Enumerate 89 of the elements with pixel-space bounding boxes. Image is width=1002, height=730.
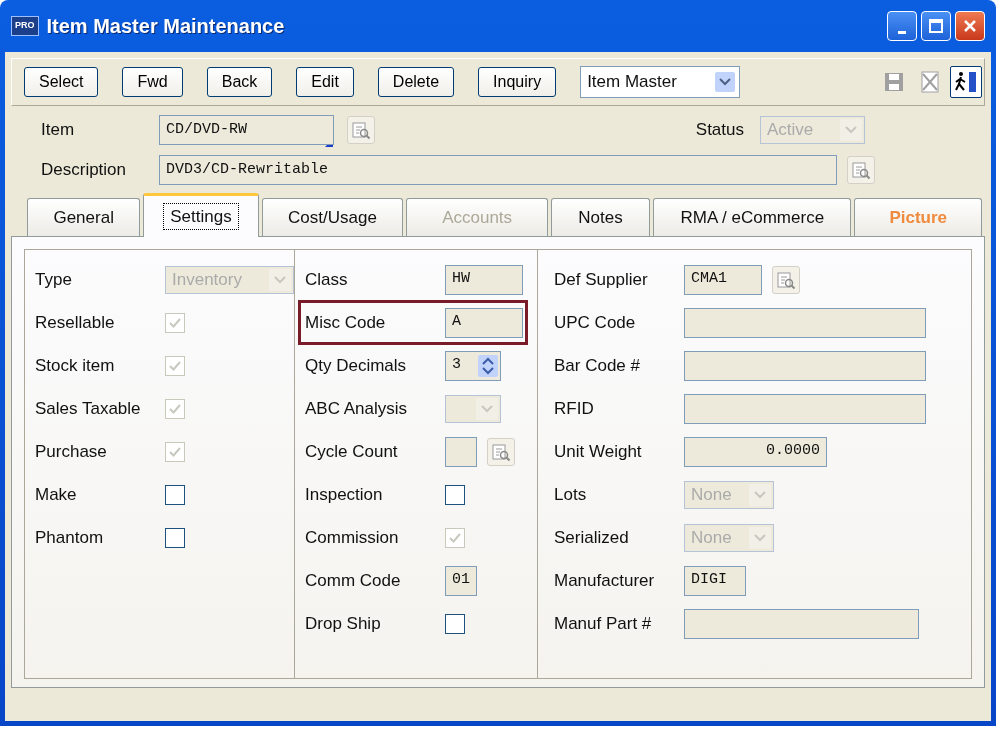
crossed-document-icon [918,70,942,94]
window-title: Item Master Maintenance [46,14,285,39]
input-field[interactable]: A [445,307,523,338]
toolbar-button[interactable]: Select [24,67,99,97]
lookup-button[interactable] [772,265,800,294]
field-label: ABC Analysis [305,397,409,420]
field-label: Item [41,119,76,142]
lookup-button[interactable] [487,437,515,466]
input-field[interactable]: HW [445,264,523,295]
chevron-down-icon [754,490,766,499]
field-label: Type [35,268,73,291]
description-field[interactable]: DVD3/CD-Rewritable [159,155,837,185]
field-label: Commission [305,526,400,549]
field-label: Inspection [305,483,384,506]
field-label: Make [35,483,78,506]
document-magnifier-icon [776,269,796,290]
input-field[interactable] [684,307,926,338]
tab[interactable]: Settings [143,193,259,237]
field-label: Description [41,159,128,182]
toolbar-button[interactable]: Inquiry [478,67,557,97]
toolbar-button[interactable]: Fwd [122,67,183,97]
input-field[interactable] [684,393,926,424]
input-field[interactable]: 0.0000 [684,436,827,467]
lookup-button[interactable] [347,116,375,144]
input-field[interactable] [684,608,919,639]
field-label: Phantom [35,526,105,549]
field-label: Purchase [35,440,108,463]
checkmark-icon [169,445,181,458]
chevron-down-icon [845,126,857,134]
checkmark-icon [169,402,181,415]
field-label: Misc Code [305,311,387,334]
chevron-down-icon [274,275,286,284]
checkmark-icon [169,316,181,329]
number-spinner[interactable]: 3 [445,350,501,381]
input-field[interactable]: DIGI [684,565,746,596]
field-label: Sales Taxable [35,397,142,420]
field-label: Status [695,119,744,142]
tab[interactable]: Cost/Usage [261,198,404,236]
field-label: Lots [554,483,588,506]
field-label: Resellable [35,311,116,334]
checkbox[interactable] [445,613,465,634]
checkmark-icon [449,531,461,544]
maximize-icon [928,18,944,34]
chevron-down-icon [719,78,732,86]
chevron-down-icon [481,404,493,413]
figure-door-icon [954,70,978,94]
view-dropdown[interactable]: Item Master [580,66,741,98]
checkmark-icon [169,359,181,372]
lookup-button[interactable] [847,156,875,184]
input-field[interactable]: CMA1 [684,264,762,295]
minimize-icon [898,30,906,34]
document-magnifier-icon [351,120,371,140]
maximize-button[interactable] [921,11,951,41]
field-label: Comm Code [305,569,402,592]
tab[interactable]: General [27,198,141,236]
app-badge: PRO [11,16,39,36]
field-label: Manufacturer [554,569,656,592]
checkbox[interactable] [445,484,465,505]
field-label: Cycle Count [305,440,399,463]
tab[interactable]: Notes [550,198,651,236]
field-label: Serialized [554,526,630,549]
document-magnifier-icon [851,160,871,180]
toolbar-button[interactable] [950,66,982,98]
tab[interactable]: RMA / eCommerce [653,198,852,236]
document-magnifier-icon [491,441,511,462]
input-field[interactable] [684,350,926,381]
checkbox[interactable] [165,484,185,505]
field-label: Unit Weight [554,440,643,463]
toolbar-button[interactable]: Edit [296,67,354,97]
field-label: Qty Decimals [305,354,408,377]
field-label: UPC Code [554,311,637,334]
field-label: RFID [554,397,595,420]
field-label: Drop Ship [305,612,382,635]
chevron-down-icon [754,533,766,542]
toolbar-button[interactable]: Back [206,67,273,97]
close-icon [962,18,978,34]
field-label: Manuf Part # [554,612,653,635]
field-label: Class [305,268,349,291]
item-field[interactable]: CD/DVD-RW [159,115,334,145]
field-label: Stock item [35,354,116,377]
field-label: Bar Code # [554,354,641,377]
minimize-button[interactable] [887,11,917,41]
close-button[interactable] [955,11,985,41]
toolbar-button[interactable]: Delete [377,67,455,97]
input-field[interactable]: 01 [445,565,477,596]
input-field[interactable] [445,436,477,467]
checkbox[interactable] [165,527,185,548]
field-label: Def Supplier [554,268,649,291]
up-down-arrows-icon [478,354,498,377]
